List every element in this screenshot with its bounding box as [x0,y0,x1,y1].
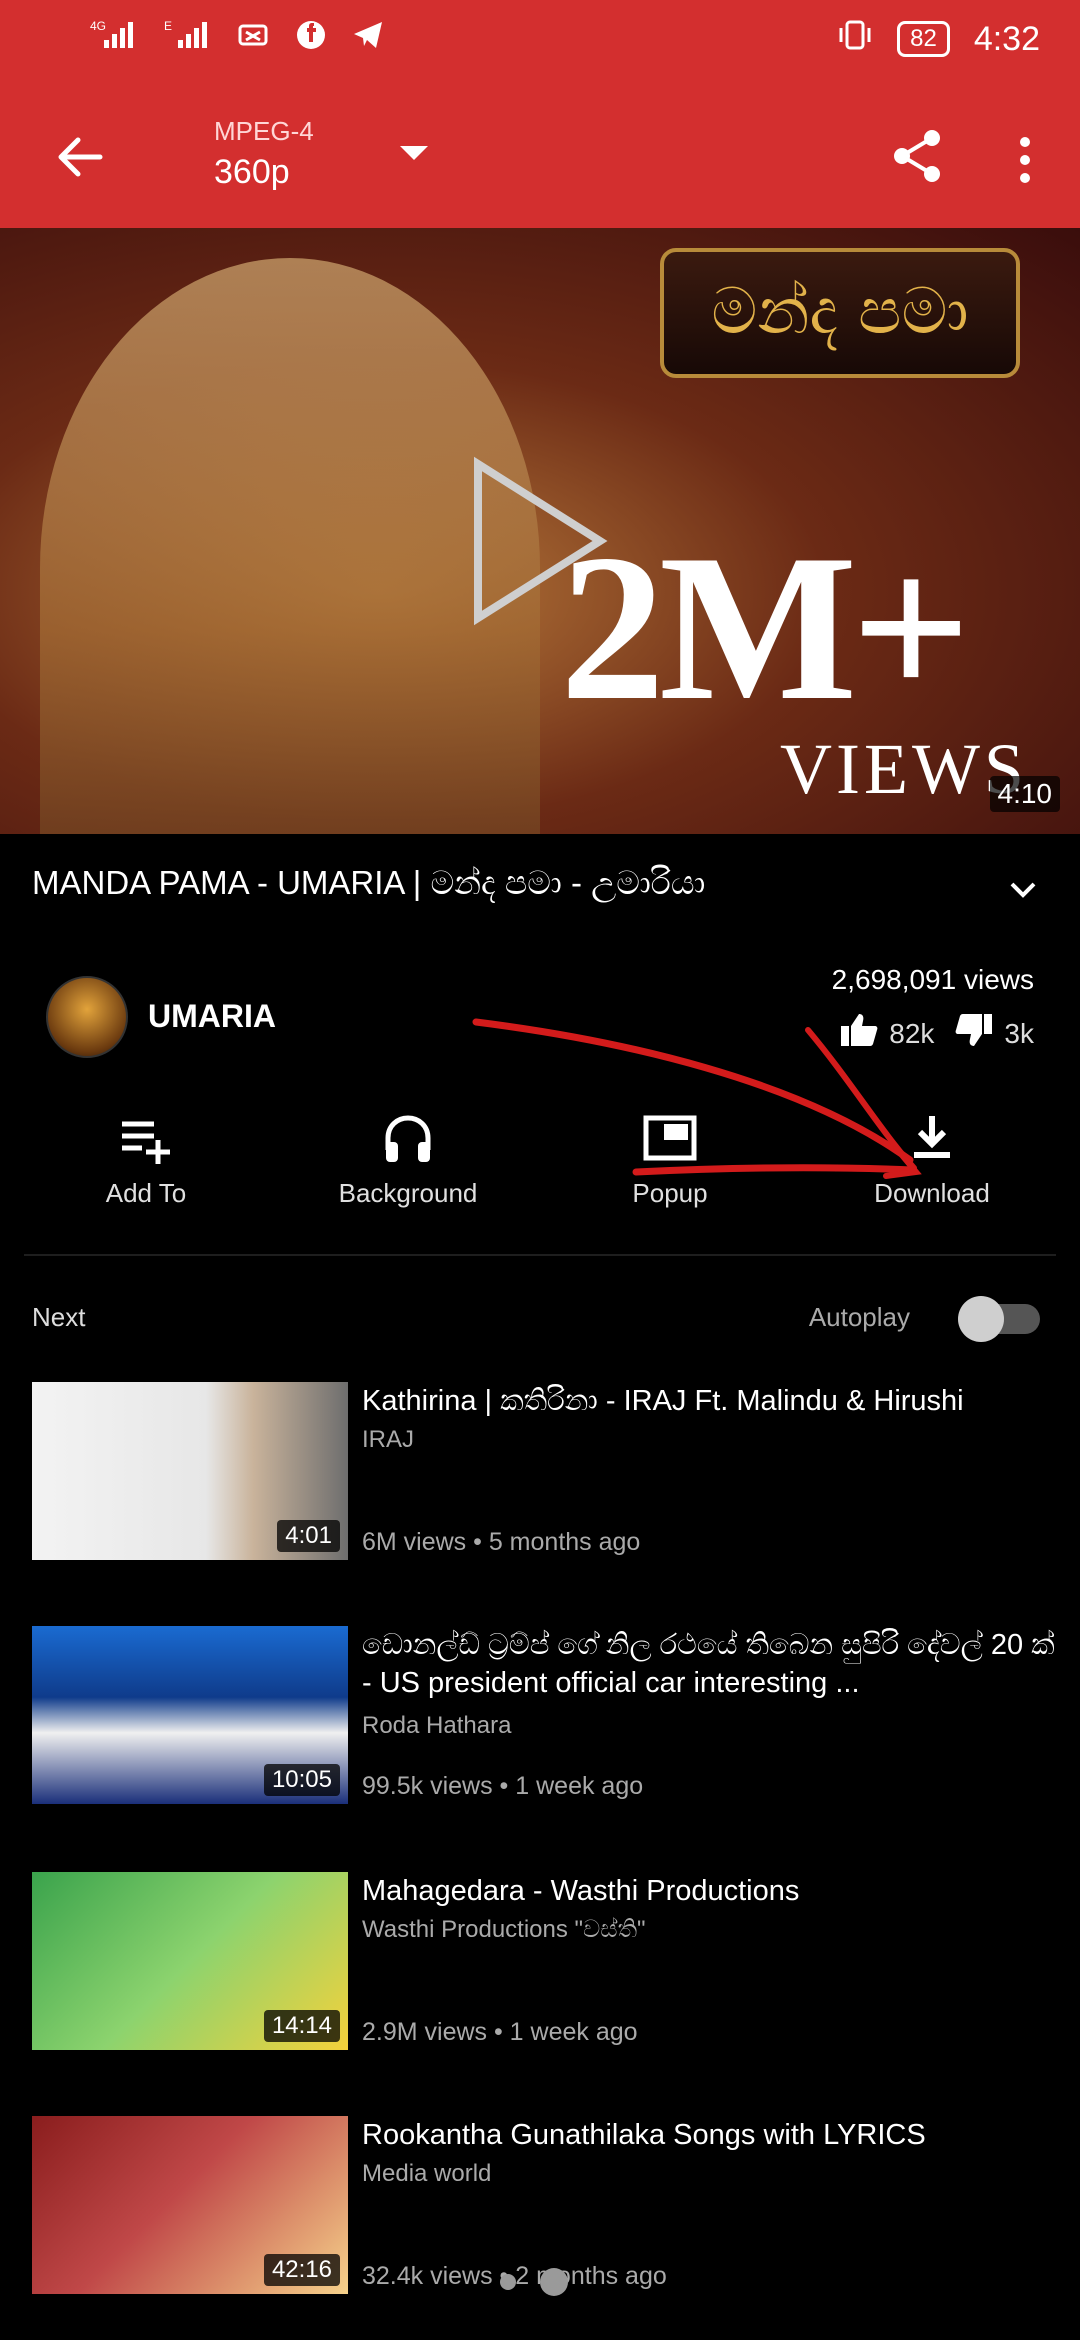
list-item-channel: Roda Hathara [362,1712,512,1739]
like-dislike-bar: 82k 3k [839,1012,1034,1055]
telegram-icon [352,20,384,57]
list-item-meta: 99.5k views • 1 week ago [362,1772,644,1800]
action-bar: Add To Background Popup Download [0,1110,1080,1230]
views-overlay-number: 2M+ [560,512,971,744]
toggle-knob [958,1296,1004,1342]
status-bar: 4G E 82 4:32 [0,0,1080,84]
add-to-button[interactable]: Add To [26,1110,266,1209]
popup-button[interactable]: Popup [550,1110,790,1209]
list-item-title: Rookantha Gunathilaka Songs with LYRICS [362,2119,926,2151]
format-codec: MPEG-4 [214,116,314,146]
autoplay-label: Autoplay [808,1302,910,1332]
nav-dot [500,2274,516,2290]
thumbnail-duration: 10:05 [263,1764,340,1796]
list-item[interactable]: 4:01 Kathirina | කතිරිනා - IRAJ Ft. Mali… [32,1382,1062,1562]
signal-4g-label: 4G [90,19,106,33]
channel-name[interactable]: UMARIA [148,998,276,1035]
section-divider [24,1254,1056,1256]
video-thumbnail[interactable]: 4:01 [32,1382,348,1560]
dislike-count: 3k [1004,1017,1034,1049]
signal-e-label: E [164,19,172,33]
dislike-button[interactable]: 3k [954,1012,1034,1055]
vibrate-icon [837,18,873,60]
view-count: 2,698,091 views [831,964,1034,995]
autoplay-toggle[interactable] [958,1294,1040,1342]
clock: 4:32 [973,19,1040,58]
signal-e-icon: E [164,18,212,59]
thumbnail-duration: 4:01 [277,1520,340,1552]
popup-window-icon [550,1110,790,1166]
list-item-channel: Media world [362,2160,492,2187]
gesture-nav-indicator [500,2268,568,2296]
list-item-meta: 6M views • 5 months ago [362,1528,641,1556]
like-count: 82k [889,1017,935,1049]
battery-indicator: 82 [897,21,950,57]
headphones-icon [288,1110,528,1166]
format-dropdown-icon[interactable] [400,146,428,160]
popup-label: Popup [632,1178,708,1208]
more-options-icon[interactable] [1010,130,1040,190]
chevron-down-icon[interactable] [1006,872,1040,906]
toolbar: MPEG-4 360p [0,96,1080,226]
list-item-title: ඩොනල්ඩ් ට්‍රම්ප් ගේ නිල රථයේ තිබෙන සුපිර… [362,1629,1055,1699]
facebook-icon [296,20,326,57]
nav-dot [540,2268,568,2296]
list-item[interactable]: 14:14 Mahagedara - Wasthi Productions Wa… [32,1872,1062,2052]
like-button[interactable]: 82k [839,1012,934,1055]
playlist-add-icon [26,1110,266,1166]
download-icon [812,1110,1052,1166]
list-item-title: Mahagedara - Wasthi Productions [362,1875,800,1907]
share-icon[interactable] [888,126,948,186]
format-resolution: 360p [214,153,290,191]
signal-4g-icon: 4G [90,18,138,59]
video-logo-art: මන්ද පමා [660,248,1020,378]
play-icon[interactable] [470,456,610,631]
thumbs-down-icon [954,1012,994,1055]
download-label: Download [874,1178,990,1208]
app-header: 4G E 82 4:32 MPEG-4 360p [0,0,1080,228]
video-thumbnail[interactable]: 10:05 [32,1626,348,1804]
thumbs-up-icon [839,1012,879,1055]
list-item-meta: 2.9M views • 1 week ago [362,2018,638,2046]
video-thumbnail[interactable]: 14:14 [32,1872,348,2050]
video-thumbnail[interactable]: 42:16 [32,2116,348,2294]
list-item-title: Kathirina | කතිරිනා - IRAJ Ft. Malindu &… [362,1385,964,1417]
list-item-channel: IRAJ [362,1426,415,1453]
add-to-label: Add To [105,1178,187,1208]
video-player[interactable]: මන්ද පමා 2M+ VIEWS 4:10 [0,228,1080,834]
video-title: MANDA PAMA - UMARIA | මන්ද පමා - උමාරියා [32,864,706,901]
list-item-channel: Wasthi Productions "වස්ති" [362,1916,646,1943]
video-duration: 4:10 [989,776,1060,812]
list-item[interactable]: 10:05 ඩොනල්ඩ් ට්‍රම්ප් ගේ නිල රථයේ තිබෙන… [32,1626,1062,1806]
format-selector[interactable]: MPEG-4 360p [214,116,314,192]
thumbnail-duration: 42:16 [263,2254,340,2286]
status-left: 4G E [90,18,384,59]
background-button[interactable]: Background [288,1110,528,1209]
status-right: 82 4:32 [837,18,1040,60]
next-label: Next [32,1302,86,1332]
channel-avatar[interactable] [46,976,128,1058]
back-arrow-icon[interactable] [44,122,114,192]
thumbnail-duration: 14:14 [263,2010,340,2042]
video-thumbnail-figure [40,258,540,834]
app-notification-icon [238,20,270,57]
download-button[interactable]: Download [812,1110,1052,1209]
background-label: Background [338,1178,478,1208]
